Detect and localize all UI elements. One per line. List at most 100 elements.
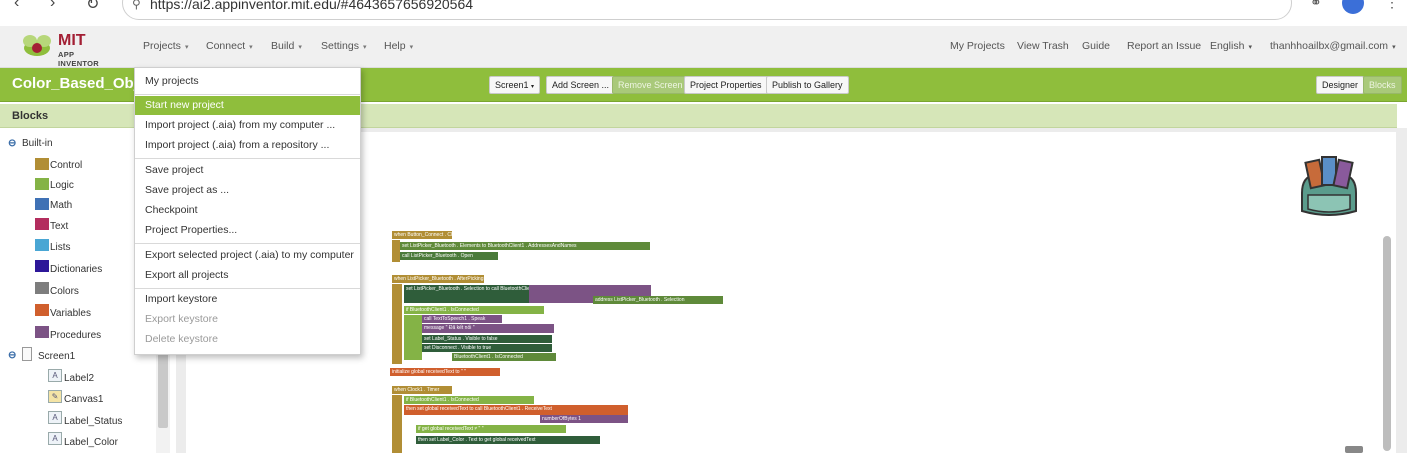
site-info-icon[interactable]: ⚲ xyxy=(132,0,141,11)
logic-swatch-icon xyxy=(35,178,49,190)
extension-icon[interactable]: ⚭ xyxy=(1310,0,1322,11)
block-call-open[interactable]: call ListPicker_Bluetooth . Open xyxy=(400,252,498,260)
block-event-body xyxy=(392,240,400,262)
block-set-elements[interactable]: set ListPicker_Bluetooth . Elements to B… xyxy=(400,242,650,250)
tree-item-dictionaries[interactable]: Dictionaries xyxy=(50,264,102,275)
tree-builtin[interactable]: Built-in xyxy=(22,138,53,149)
menu-item-import-keystore[interactable]: Import keystore xyxy=(135,290,360,309)
browser-toolbar: ‹ › ↻ ⚲ https://ai2.appinventor.mit.edu/… xyxy=(0,0,1407,26)
app-logo[interactable]: MIT APP INVENTOR xyxy=(16,32,116,68)
block-init-global[interactable]: initialize global receivedText to " " xyxy=(390,368,500,376)
tree-item-text[interactable]: Text xyxy=(50,221,68,232)
block-address-selection[interactable]: address ListPicker_Bluetooth . Selection xyxy=(593,296,723,304)
project-properties-button[interactable]: Project Properties xyxy=(684,76,768,94)
tree-item-label-status[interactable]: Label_Status xyxy=(64,416,122,427)
menu-connect[interactable]: Connect ▾ xyxy=(206,40,253,52)
menu-separator xyxy=(135,94,360,95)
remove-screen-button[interactable]: Remove Screen xyxy=(612,76,689,94)
menu-item-my-projects[interactable]: My projects xyxy=(135,72,360,91)
tree-item-label-color[interactable]: Label_Color xyxy=(64,437,118,448)
block-set-label-color[interactable]: then set Label_Color . Text to get globa… xyxy=(416,436,600,444)
procedures-swatch-icon xyxy=(35,326,49,338)
trash-icon[interactable] xyxy=(1345,446,1363,453)
menu-build[interactable]: Build ▾ xyxy=(271,40,302,52)
tree-item-canvas1[interactable]: Canvas1 xyxy=(64,394,103,405)
url-text[interactable]: https://ai2.appinventor.mit.edu/#4643657… xyxy=(150,0,473,12)
browser-menu-icon[interactable]: ⋮ xyxy=(1385,0,1399,11)
guide-link[interactable]: Guide xyxy=(1082,40,1110,52)
block-isconnected[interactable]: BluetoothClient1 . IsConnected xyxy=(452,353,556,361)
menu-item-save-project-as[interactable]: Save project as ... xyxy=(135,181,360,200)
forward-icon[interactable]: › xyxy=(50,0,55,12)
my-projects-link[interactable]: My Projects xyxy=(950,40,1005,52)
chevron-down-icon: ▾ xyxy=(362,44,367,51)
block-speak-message[interactable]: message " Đã kết nối " xyxy=(422,324,554,333)
menu-item-checkpoint[interactable]: Checkpoint xyxy=(135,201,360,220)
block-number-of-bytes[interactable]: numberOfBytes 1 xyxy=(540,415,628,423)
block-if-clock-connected[interactable]: if BluetoothClient1 . IsConnected xyxy=(404,396,534,404)
publish-gallery-button[interactable]: Publish to Gallery xyxy=(766,76,849,94)
menu-item-export-all[interactable]: Export all projects xyxy=(135,266,360,285)
workspace-scrollbar[interactable] xyxy=(1383,236,1391,451)
menu-item-import-computer[interactable]: Import project (.aia) from my computer .… xyxy=(135,116,360,135)
collapse-builtin-icon[interactable]: ⊖ xyxy=(8,138,16,149)
tree-item-procedures[interactable]: Procedures xyxy=(50,330,101,341)
menu-item-save-project[interactable]: Save project xyxy=(135,161,360,180)
blocks-button[interactable]: Blocks xyxy=(1363,76,1402,94)
block-set-disconnect[interactable]: set Disconnect . Visible to true xyxy=(422,344,552,352)
block-if-body xyxy=(404,315,422,360)
menu-help[interactable]: Help ▾ xyxy=(384,40,413,52)
menu-item-delete-keystore: Delete keystore xyxy=(145,333,218,345)
view-trash-link[interactable]: View Trash xyxy=(1017,40,1069,52)
menu-projects[interactable]: Projects ▾ xyxy=(143,40,188,52)
screen-icon xyxy=(22,347,32,361)
back-icon[interactable]: ‹ xyxy=(14,0,19,12)
lists-swatch-icon xyxy=(35,239,49,251)
block-set-selection[interactable]: set ListPicker_Bluetooth . Selection to … xyxy=(404,285,529,303)
text-swatch-icon xyxy=(35,218,49,230)
screen-select[interactable]: Screen1 ▾ xyxy=(489,76,541,94)
block-if-connected[interactable]: if BluetoothClient1 . IsConnected xyxy=(404,306,544,314)
logo-subtitle: APP INVENTOR xyxy=(58,50,100,68)
profile-avatar[interactable] xyxy=(1342,0,1364,14)
block-when-clock-timer[interactable]: when Clock1 . Timer xyxy=(392,386,452,394)
tree-screen1[interactable]: Screen1 xyxy=(38,351,75,362)
chevron-down-icon: ▾ xyxy=(249,44,253,51)
blocks-workspace[interactable] xyxy=(186,132,1396,453)
block-if-received[interactable]: if get global receivedText ≠ " " xyxy=(416,425,566,433)
control-swatch-icon xyxy=(35,158,49,170)
label-component-icon: A xyxy=(48,369,62,382)
block-when-afterpicking[interactable]: when ListPicker_Bluetooth . AfterPicking xyxy=(392,275,484,283)
tree-item-logic[interactable]: Logic xyxy=(50,180,74,191)
tree-item-control[interactable]: Control xyxy=(50,160,82,171)
menu-item-start-new-project[interactable]: Start new project xyxy=(135,96,360,115)
tree-item-lists[interactable]: Lists xyxy=(50,242,71,253)
block-event-body xyxy=(392,395,402,453)
menu-item-import-repository[interactable]: Import project (.aia) from a repository … xyxy=(135,136,360,155)
label-component-icon: A xyxy=(48,432,62,445)
block-set-received[interactable]: then set global receivedText to call Blu… xyxy=(404,405,628,415)
tree-item-math[interactable]: Math xyxy=(50,200,72,211)
menu-settings[interactable]: Settings ▾ xyxy=(321,40,366,52)
tree-item-variables[interactable]: Variables xyxy=(50,308,91,319)
menu-item-export-selected[interactable]: Export selected project (.aia) to my com… xyxy=(135,246,360,265)
tree-item-label2[interactable]: Label2 xyxy=(64,373,94,384)
report-issue-link[interactable]: Report an Issue xyxy=(1127,40,1201,52)
block-set-label-status[interactable]: set Label_Status . Visible to false xyxy=(422,335,552,343)
label-component-icon: A xyxy=(48,411,62,424)
backpack-icon[interactable] xyxy=(1294,155,1364,217)
account-menu[interactable]: thanhhoailbx@gmail.com ▾ xyxy=(1270,40,1396,52)
add-screen-button[interactable]: Add Screen ... xyxy=(546,76,616,94)
block-call-speak[interactable]: call TextToSpeech1 . Speak xyxy=(422,315,502,323)
tree-item-colors[interactable]: Colors xyxy=(50,286,79,297)
reload-icon[interactable]: ↻ xyxy=(86,0,99,14)
chevron-down-icon: ▾ xyxy=(1392,44,1396,51)
colors-swatch-icon xyxy=(35,282,49,294)
designer-button[interactable]: Designer xyxy=(1316,76,1365,94)
collapse-screen-icon[interactable]: ⊖ xyxy=(8,350,16,361)
menu-item-project-properties[interactable]: Project Properties... xyxy=(135,221,360,240)
block-when-button-connect[interactable]: when Button_Connect . Click xyxy=(392,231,452,239)
bee-logo-icon xyxy=(23,35,51,56)
language-menu[interactable]: English ▾ xyxy=(1210,40,1252,52)
dictionaries-swatch-icon xyxy=(35,260,49,272)
